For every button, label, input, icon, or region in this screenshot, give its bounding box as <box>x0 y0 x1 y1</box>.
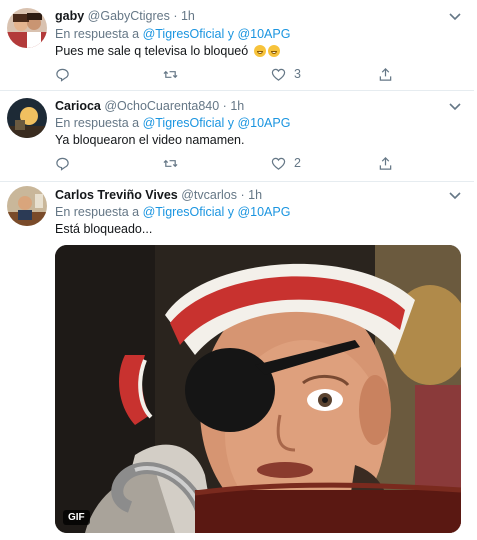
reply-mentions-link[interactable]: @TigresOficial y @10APG <box>143 205 291 219</box>
separator-dot: · <box>240 188 245 202</box>
grinning-emoji-icon <box>267 45 280 57</box>
retweet-icon <box>163 159 178 167</box>
reply-mentions-link[interactable]: @TigresOficial y @10APG <box>143 27 291 41</box>
reply-context: En respuesta a @TigresOficial y @10APG <box>55 116 290 130</box>
separator-dot: · <box>222 99 227 113</box>
heart-icon <box>271 157 286 170</box>
tweet-actions: 3 <box>55 66 395 82</box>
share-icon <box>379 156 392 170</box>
retweet-button[interactable] <box>163 155 178 171</box>
tweet-header: gaby @GabyCtigres · 1h <box>55 9 195 23</box>
tweet[interactable]: Carioca @OchoCuarenta840 · 1h En respues… <box>0 91 474 182</box>
display-name[interactable]: Carlos Treviño Vives <box>55 188 178 202</box>
tweet-text: Está bloqueado... <box>55 222 153 236</box>
gif-badge: GIF <box>63 510 90 525</box>
tweet[interactable]: gaby @GabyCtigres · 1h En respuesta a @T… <box>0 0 474 91</box>
heart-icon <box>271 68 286 81</box>
user-handle[interactable]: @tvcarlos <box>181 188 237 202</box>
timestamp[interactable]: 1h <box>230 99 244 113</box>
tweet-header: Carlos Treviño Vives @tvcarlos · 1h <box>55 188 262 202</box>
chevron-down-icon[interactable] <box>448 191 462 201</box>
reply-context: En respuesta a @TigresOficial y @10APG <box>55 27 290 41</box>
tweet-text: Pues me sale q televisa lo bloqueó <box>55 44 280 58</box>
like-button[interactable]: 3 <box>271 66 301 82</box>
tweet-header: Carioca @OchoCuarenta840 · 1h <box>55 99 244 113</box>
timestamp[interactable]: 1h <box>181 9 195 23</box>
avatar[interactable] <box>7 186 47 226</box>
tweet-text: Ya bloquearon el video namamen. <box>55 133 245 147</box>
timestamp[interactable]: 1h <box>248 188 262 202</box>
tweet[interactable]: Carlos Treviño Vives @tvcarlos · 1h En r… <box>0 182 474 540</box>
gif-image <box>55 245 461 533</box>
reply-icon <box>56 157 69 171</box>
like-count: 2 <box>294 156 301 170</box>
share-icon <box>379 67 392 81</box>
display-name[interactable]: Carioca <box>55 99 101 113</box>
reply-context: En respuesta a @TigresOficial y @10APG <box>55 205 290 219</box>
reply-button[interactable] <box>55 155 70 171</box>
reply-prefix: En respuesta a <box>55 205 143 219</box>
tweet-gif-media[interactable]: GIF <box>55 245 461 533</box>
separator-dot: · <box>173 9 178 23</box>
reply-button[interactable] <box>55 66 70 82</box>
tweet-actions: 2 <box>55 155 395 171</box>
display-name[interactable]: gaby <box>55 9 84 23</box>
like-button[interactable]: 2 <box>271 155 301 171</box>
reply-prefix: En respuesta a <box>55 27 143 41</box>
user-handle[interactable]: @GabyCtigres <box>88 9 170 23</box>
user-handle[interactable]: @OchoCuarenta840 <box>104 99 219 113</box>
avatar[interactable] <box>7 8 47 48</box>
reply-icon <box>56 68 69 82</box>
retweet-icon <box>163 70 178 78</box>
chevron-down-icon[interactable] <box>448 102 462 112</box>
grinning-emoji-icon <box>253 45 266 57</box>
chevron-down-icon[interactable] <box>448 12 462 22</box>
reply-mentions-link[interactable]: @TigresOficial y @10APG <box>143 116 291 130</box>
tweet-text-content: Pues me sale q televisa lo bloqueó <box>55 44 249 58</box>
like-count: 3 <box>294 67 301 81</box>
share-button[interactable] <box>378 155 393 171</box>
reply-prefix: En respuesta a <box>55 116 143 130</box>
share-button[interactable] <box>378 66 393 82</box>
retweet-button[interactable] <box>163 66 178 82</box>
avatar[interactable] <box>7 98 47 138</box>
